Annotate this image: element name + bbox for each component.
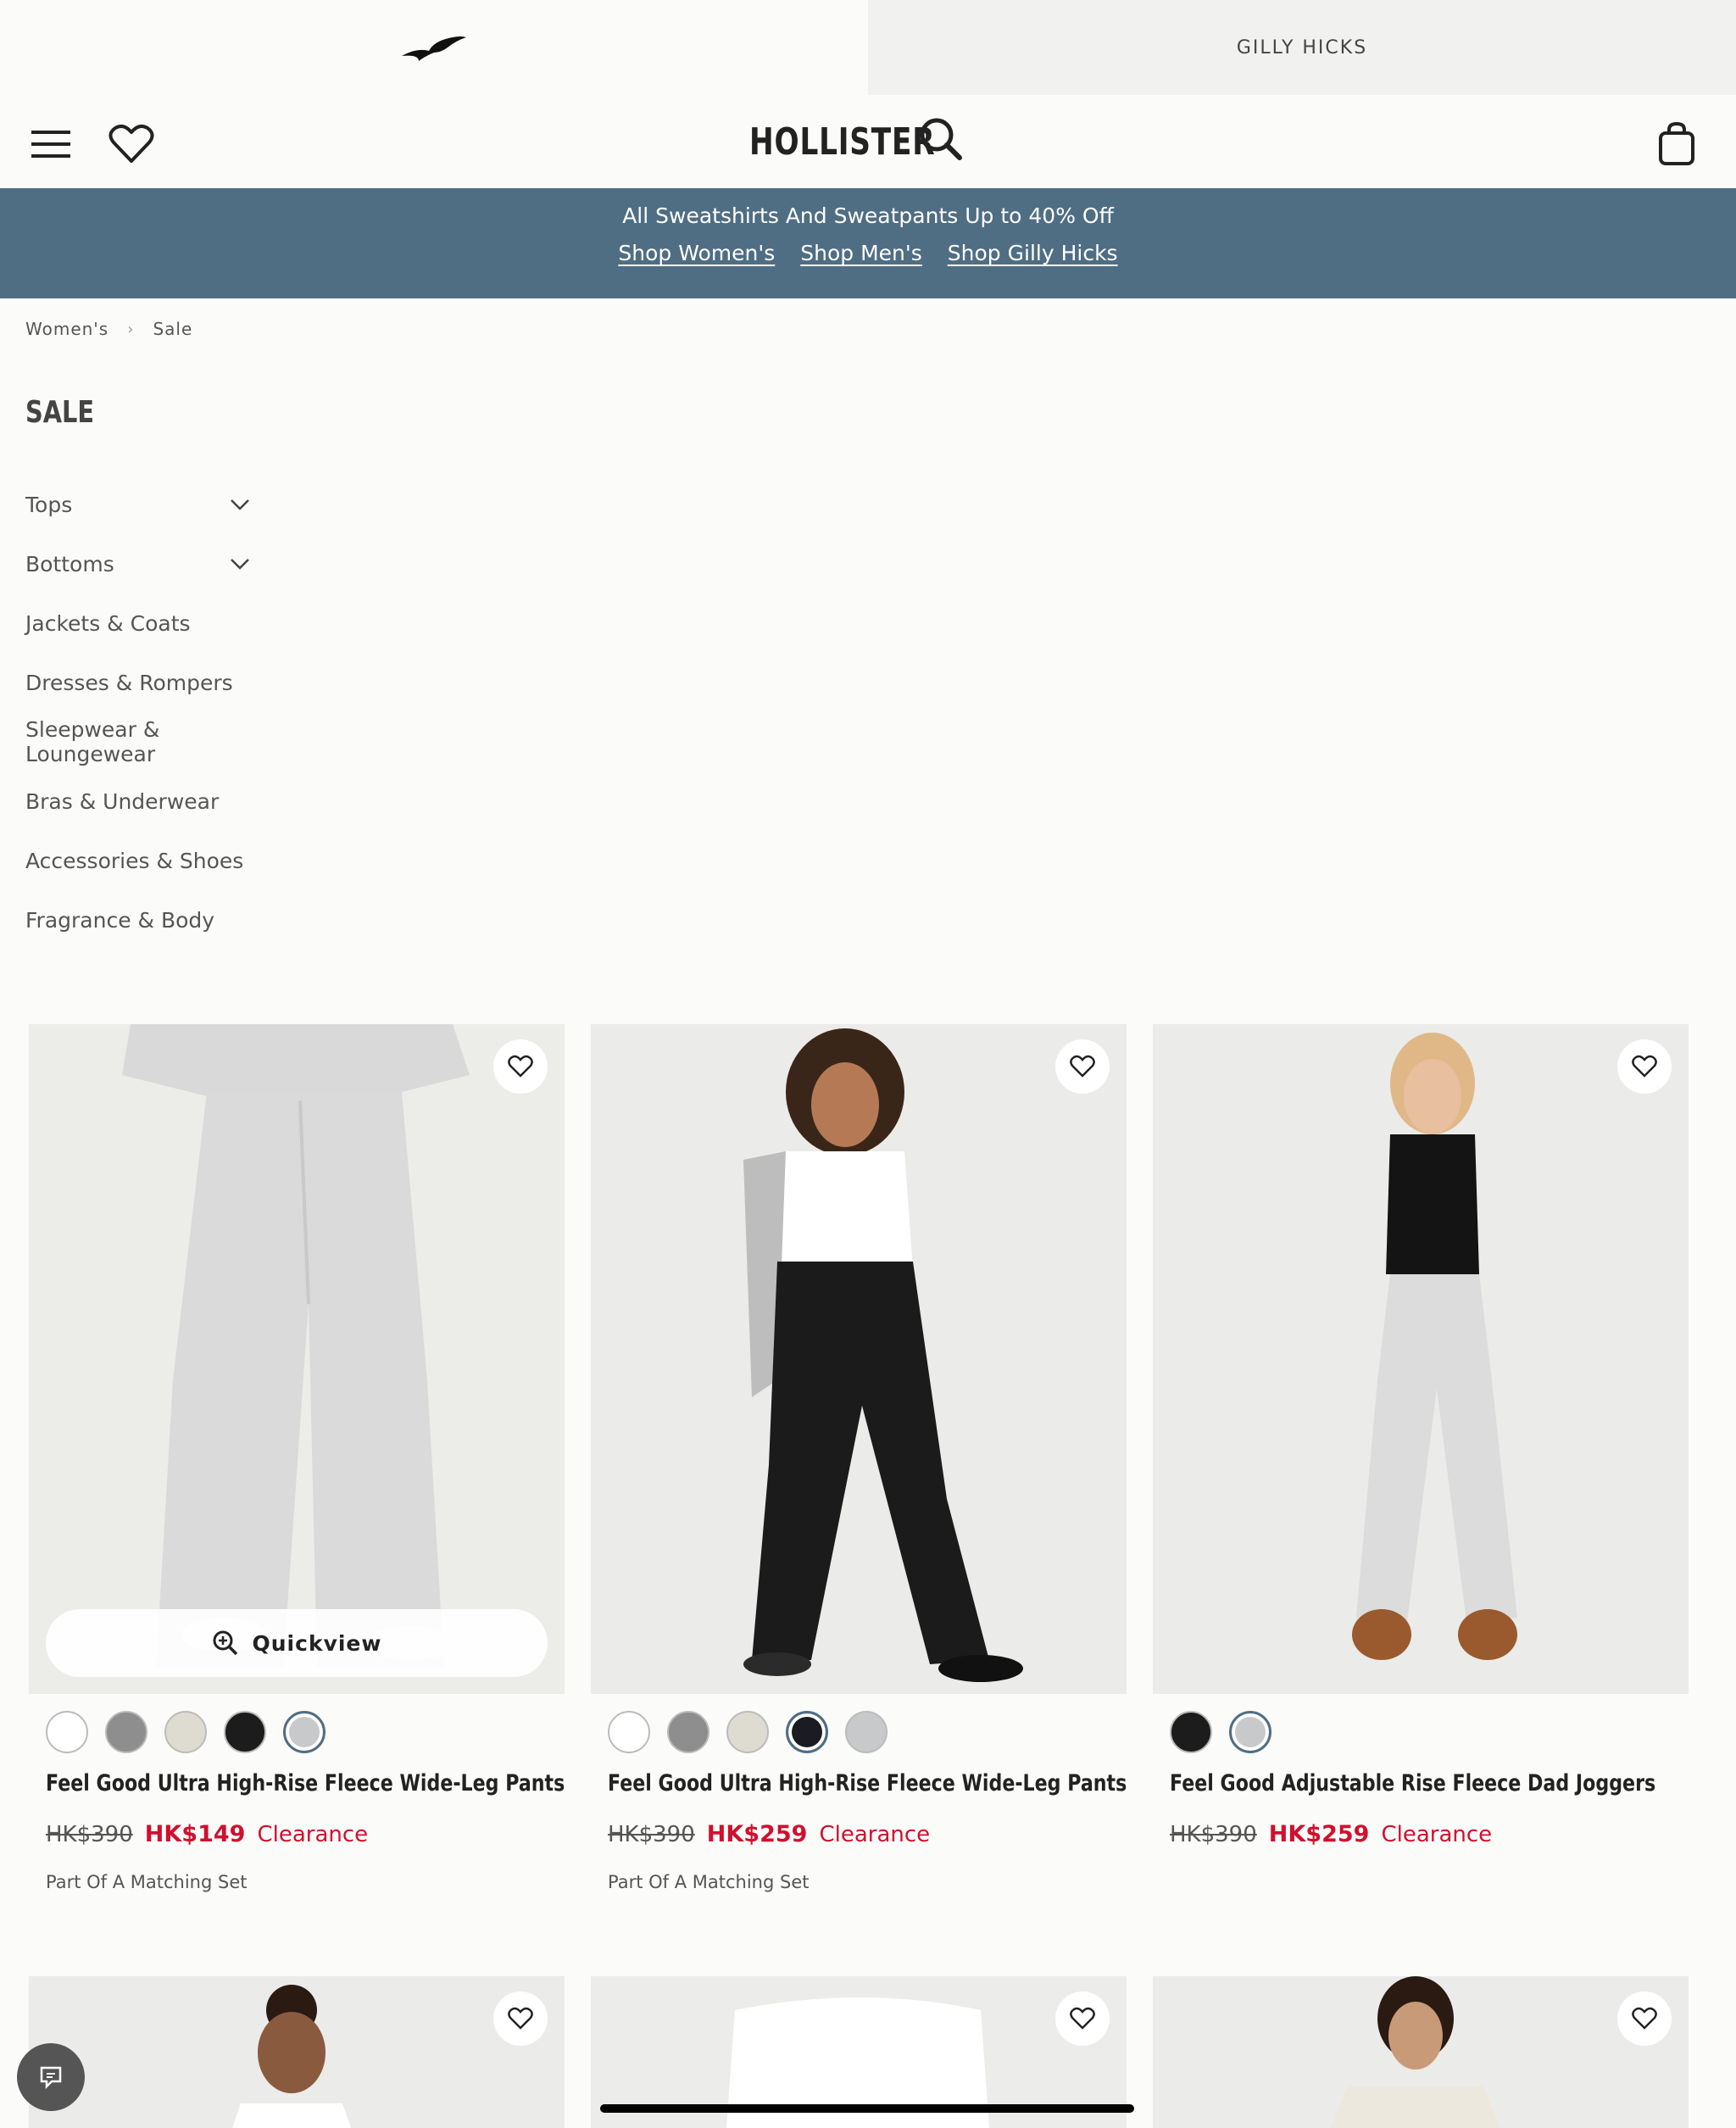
promo-title: All Sweatshirts And Sweatpants Up to 40%… <box>622 203 1114 228</box>
shop-womens-link[interactable]: Shop Women's <box>618 241 775 265</box>
matching-set-badge: Part Of A Matching Set <box>608 1872 810 1892</box>
site-header: HOLLISTER <box>0 95 1736 188</box>
category-bras-underwear[interactable]: Bras & Underwear <box>25 772 280 831</box>
color-swatch-selected[interactable] <box>786 1711 828 1753</box>
wishlist-heart-icon[interactable] <box>106 119 157 170</box>
original-price: HK$390 <box>608 1822 695 1847</box>
matching-set-badge: Part Of A Matching Set <box>46 1872 248 1892</box>
product-card[interactable]: Feel Good Adjustable Rise Fleece Dad Jog… <box>1153 1024 1689 1847</box>
heart-icon <box>508 1055 533 1078</box>
color-swatches <box>608 1711 887 1753</box>
sale-price: HK$259 <box>706 1821 808 1847</box>
category-accessories-shoes[interactable]: Accessories & Shoes <box>25 831 280 890</box>
category-jackets-coats[interactable]: Jackets & Coats <box>25 593 280 653</box>
color-swatch[interactable] <box>164 1711 207 1753</box>
product-name[interactable]: Feel Good Ultra High-Rise Fleece Wide-Le… <box>608 1770 1127 1797</box>
clearance-tag: Clearance <box>819 1822 931 1847</box>
color-swatch[interactable] <box>608 1711 650 1753</box>
product-card[interactable]: Feel Good Ultra High-Rise Fleece Wide-Le… <box>591 1024 1127 1892</box>
product-price: HK$390 HK$259 Clearance <box>1170 1821 1492 1847</box>
product-image[interactable] <box>1153 1024 1689 1694</box>
hollister-logo[interactable]: HOLLISTER <box>749 120 935 164</box>
promo-banner: All Sweatshirts And Sweatpants Up to 40%… <box>0 188 1736 298</box>
product-price: HK$390 HK$149 Clearance <box>46 1821 368 1847</box>
sale-price: HK$149 <box>144 1821 246 1847</box>
chat-icon <box>40 2066 62 2090</box>
chevron-right-icon: › <box>127 320 135 338</box>
color-swatch[interactable] <box>224 1711 266 1753</box>
product-card[interactable]: Quickview Feel Good Ultra High-Rise Flee… <box>29 1024 565 1892</box>
original-price: HK$390 <box>46 1822 133 1847</box>
color-swatch[interactable] <box>46 1711 88 1753</box>
product-image[interactable]: Quickview <box>29 1024 565 1694</box>
color-swatches <box>46 1711 326 1753</box>
category-dresses-rompers[interactable]: Dresses & Rompers <box>25 653 280 712</box>
product-image[interactable] <box>29 1976 565 2128</box>
product-card[interactable] <box>29 1976 565 2128</box>
color-swatch[interactable] <box>726 1711 769 1753</box>
sale-price: HK$259 <box>1268 1821 1370 1847</box>
product-photo <box>743 1028 1023 1682</box>
category-fragrance-body[interactable]: Fragrance & Body <box>25 890 280 950</box>
add-to-wishlist-button[interactable] <box>1617 1039 1672 1094</box>
product-photo <box>1352 1033 1517 1660</box>
heart-icon <box>1070 1055 1095 1078</box>
heart-icon <box>1632 1055 1657 1078</box>
category-sleepwear-loungewear[interactable]: Sleepwear & Loungewear <box>25 712 280 772</box>
color-swatch-selected[interactable] <box>283 1711 326 1753</box>
chevron-down-icon[interactable] <box>229 493 251 515</box>
category-nav: Tops Bottoms Jackets & Coats Dresses & R… <box>25 475 280 950</box>
promo-links: Shop Women's Shop Men's Shop Gilly Hicks <box>0 241 1736 265</box>
color-swatch-selected[interactable] <box>1229 1711 1271 1753</box>
color-swatch[interactable] <box>1170 1711 1212 1753</box>
heart-icon <box>1070 2007 1095 2030</box>
search-icon[interactable] <box>917 115 965 163</box>
category-label: Bottoms <box>25 551 114 577</box>
color-swatches <box>1170 1711 1271 1753</box>
add-to-wishlist-button[interactable] <box>493 1992 548 2046</box>
quickview-label: Quickview <box>252 1630 382 1656</box>
breadcrumb: Women's › Sale <box>25 319 192 339</box>
shopping-bag-icon[interactable] <box>1653 119 1700 170</box>
heart-icon <box>1632 2007 1657 2030</box>
quickview-button[interactable]: Quickview <box>46 1609 548 1677</box>
product-photo <box>1331 1976 1500 2128</box>
home-indicator <box>600 2104 1134 2113</box>
page-title: SALE <box>25 395 95 430</box>
add-to-wishlist-button[interactable] <box>493 1039 548 1094</box>
heart-icon <box>508 2007 533 2030</box>
chat-button[interactable] <box>17 2043 85 2111</box>
category-label: Tops <box>25 492 73 517</box>
clearance-tag: Clearance <box>1381 1822 1493 1847</box>
product-card[interactable] <box>1153 1976 1689 2128</box>
zoom-in-icon <box>213 1630 237 1656</box>
add-to-wishlist-button[interactable] <box>1055 1039 1110 1094</box>
product-name[interactable]: Feel Good Ultra High-Rise Fleece Wide-Le… <box>46 1770 565 1797</box>
breadcrumb-womens[interactable]: Women's <box>25 319 108 339</box>
product-image[interactable] <box>591 1024 1127 1694</box>
color-swatch[interactable] <box>105 1711 147 1753</box>
menu-icon[interactable] <box>25 119 76 170</box>
product-photo <box>122 1024 470 1668</box>
brand-tabs: GILLY HICKS <box>0 0 1736 95</box>
color-swatch[interactable] <box>667 1711 709 1753</box>
category-tops[interactable]: Tops <box>25 475 280 534</box>
clearance-tag: Clearance <box>257 1822 369 1847</box>
original-price: HK$390 <box>1170 1822 1257 1847</box>
add-to-wishlist-button[interactable] <box>1055 1992 1110 2046</box>
seagull-logo-icon <box>402 36 466 61</box>
product-photo <box>232 1985 351 2128</box>
product-price: HK$390 HK$259 Clearance <box>608 1821 930 1847</box>
category-bottoms[interactable]: Bottoms <box>25 534 280 593</box>
product-name[interactable]: Feel Good Adjustable Rise Fleece Dad Jog… <box>1170 1770 1655 1797</box>
color-swatch[interactable] <box>845 1711 887 1753</box>
shop-mens-link[interactable]: Shop Men's <box>800 241 922 265</box>
shop-gilly-hicks-link[interactable]: Shop Gilly Hicks <box>948 241 1118 265</box>
add-to-wishlist-button[interactable] <box>1617 1992 1672 2046</box>
breadcrumb-sale: Sale <box>153 319 193 339</box>
hollister-brand-tab[interactable] <box>0 0 868 95</box>
gilly-hicks-brand-tab[interactable]: GILLY HICKS <box>868 0 1736 95</box>
chevron-down-icon[interactable] <box>229 553 251 575</box>
product-image[interactable] <box>1153 1976 1689 2128</box>
